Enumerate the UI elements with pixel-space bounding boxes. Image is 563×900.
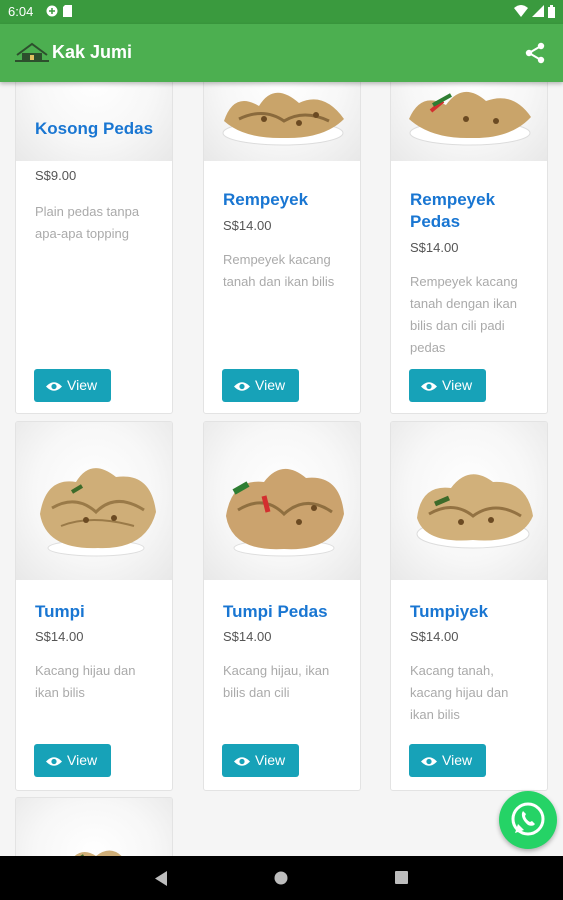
home-icon[interactable] [274, 871, 288, 885]
tumpi-image [40, 468, 156, 557]
product-description: Rempeyek kacang tanah dengan ikan bilis … [410, 274, 518, 355]
battery-icon [548, 5, 555, 18]
product-image-partial [74, 850, 122, 856]
eye-icon [46, 757, 62, 766]
product-price: S$14.00 [223, 218, 272, 233]
view-button[interactable]: View [222, 369, 299, 402]
view-button-label: View [67, 377, 98, 393]
signal-icon [532, 5, 544, 17]
product-image [391, 422, 547, 580]
whatsapp-button[interactable] [499, 791, 557, 849]
product-name[interactable]: Tumpi [35, 601, 160, 623]
whatsapp-icon [511, 802, 545, 836]
product-name[interactable]: Tumpi Pedas [223, 601, 348, 623]
product-name[interactable]: Rempeyek Pedas [410, 189, 535, 233]
product-price: S$14.00 [410, 240, 459, 255]
product-image [16, 422, 172, 580]
eye-icon [234, 382, 250, 391]
product-image [391, 82, 547, 161]
view-button[interactable]: View [409, 369, 486, 402]
product-price: S$14.00 [35, 629, 84, 644]
view-button-label: View [67, 752, 98, 768]
sd-card-icon [63, 5, 72, 17]
tumpi-pedas-image [226, 468, 344, 557]
eye-icon [421, 382, 437, 391]
product-description: Kacang tanah, kacang hijau dan ikan bili… [410, 663, 509, 722]
view-button[interactable]: View [34, 369, 111, 402]
product-card: Tumpi S$14.00 Kacang hijau dan ikan bili… [15, 421, 173, 791]
view-button-label: View [442, 377, 473, 393]
view-button[interactable]: View [222, 744, 299, 777]
status-bar: 6:04 [0, 0, 563, 24]
rempeyek-pedas-image [409, 91, 531, 146]
rempeyek-image [222, 92, 344, 146]
product-price: S$14.00 [223, 629, 272, 644]
back-icon[interactable] [155, 871, 169, 886]
product-description: Plain pedas tanpa apa-apa topping [35, 204, 140, 241]
eye-icon [46, 382, 62, 391]
product-card [15, 797, 173, 856]
eye-icon [421, 757, 437, 766]
wifi-icon [514, 5, 528, 17]
product-price: S$14.00 [410, 629, 459, 644]
product-name[interactable]: Kosong Pedas [35, 118, 160, 140]
product-description: Rempeyek kacang tanah dan ikan bilis [223, 252, 335, 289]
product-image [16, 798, 172, 856]
product-card: Rempeyek S$14.00 Rempeyek kacang tanah d… [203, 82, 361, 414]
tumpiyek-image [416, 474, 533, 549]
product-name[interactable]: Rempeyek [223, 189, 348, 211]
recents-icon[interactable] [395, 871, 408, 884]
view-button-label: View [255, 752, 286, 768]
app-bar: Kak Jumi [0, 24, 563, 82]
app-title: Kak Jumi [52, 42, 133, 62]
share-icon[interactable] [525, 42, 545, 64]
notification-icon [46, 5, 58, 17]
view-button[interactable]: View [409, 744, 486, 777]
eye-icon [234, 757, 250, 766]
product-card: Kosong Pedas S$9.00 Plain pedas tanpa ap… [15, 82, 173, 414]
product-image [204, 422, 360, 580]
product-name[interactable]: Tumpiyek [410, 601, 535, 623]
product-grid[interactable]: Kosong Pedas S$9.00 Plain pedas tanpa ap… [0, 82, 563, 856]
product-description: Kacang hijau dan ikan bilis [35, 663, 136, 700]
product-card: Rempeyek Pedas S$14.00 Rempeyek kacang t… [390, 82, 548, 414]
view-button-label: View [255, 377, 286, 393]
house-logo-icon [15, 42, 49, 62]
status-time: 6:04 [8, 4, 34, 19]
product-card: Tumpi Pedas S$14.00 Kacang hijau, ikan b… [203, 421, 361, 791]
view-button-label: View [442, 752, 473, 768]
view-button[interactable]: View [34, 744, 111, 777]
product-card: Tumpiyek S$14.00 Kacang tanah, kacang hi… [390, 421, 548, 791]
navigation-bar [0, 856, 563, 900]
product-image [204, 82, 360, 161]
product-price: S$9.00 [35, 168, 77, 183]
product-description: Kacang hijau, ikan bilis dan cili [223, 663, 330, 700]
